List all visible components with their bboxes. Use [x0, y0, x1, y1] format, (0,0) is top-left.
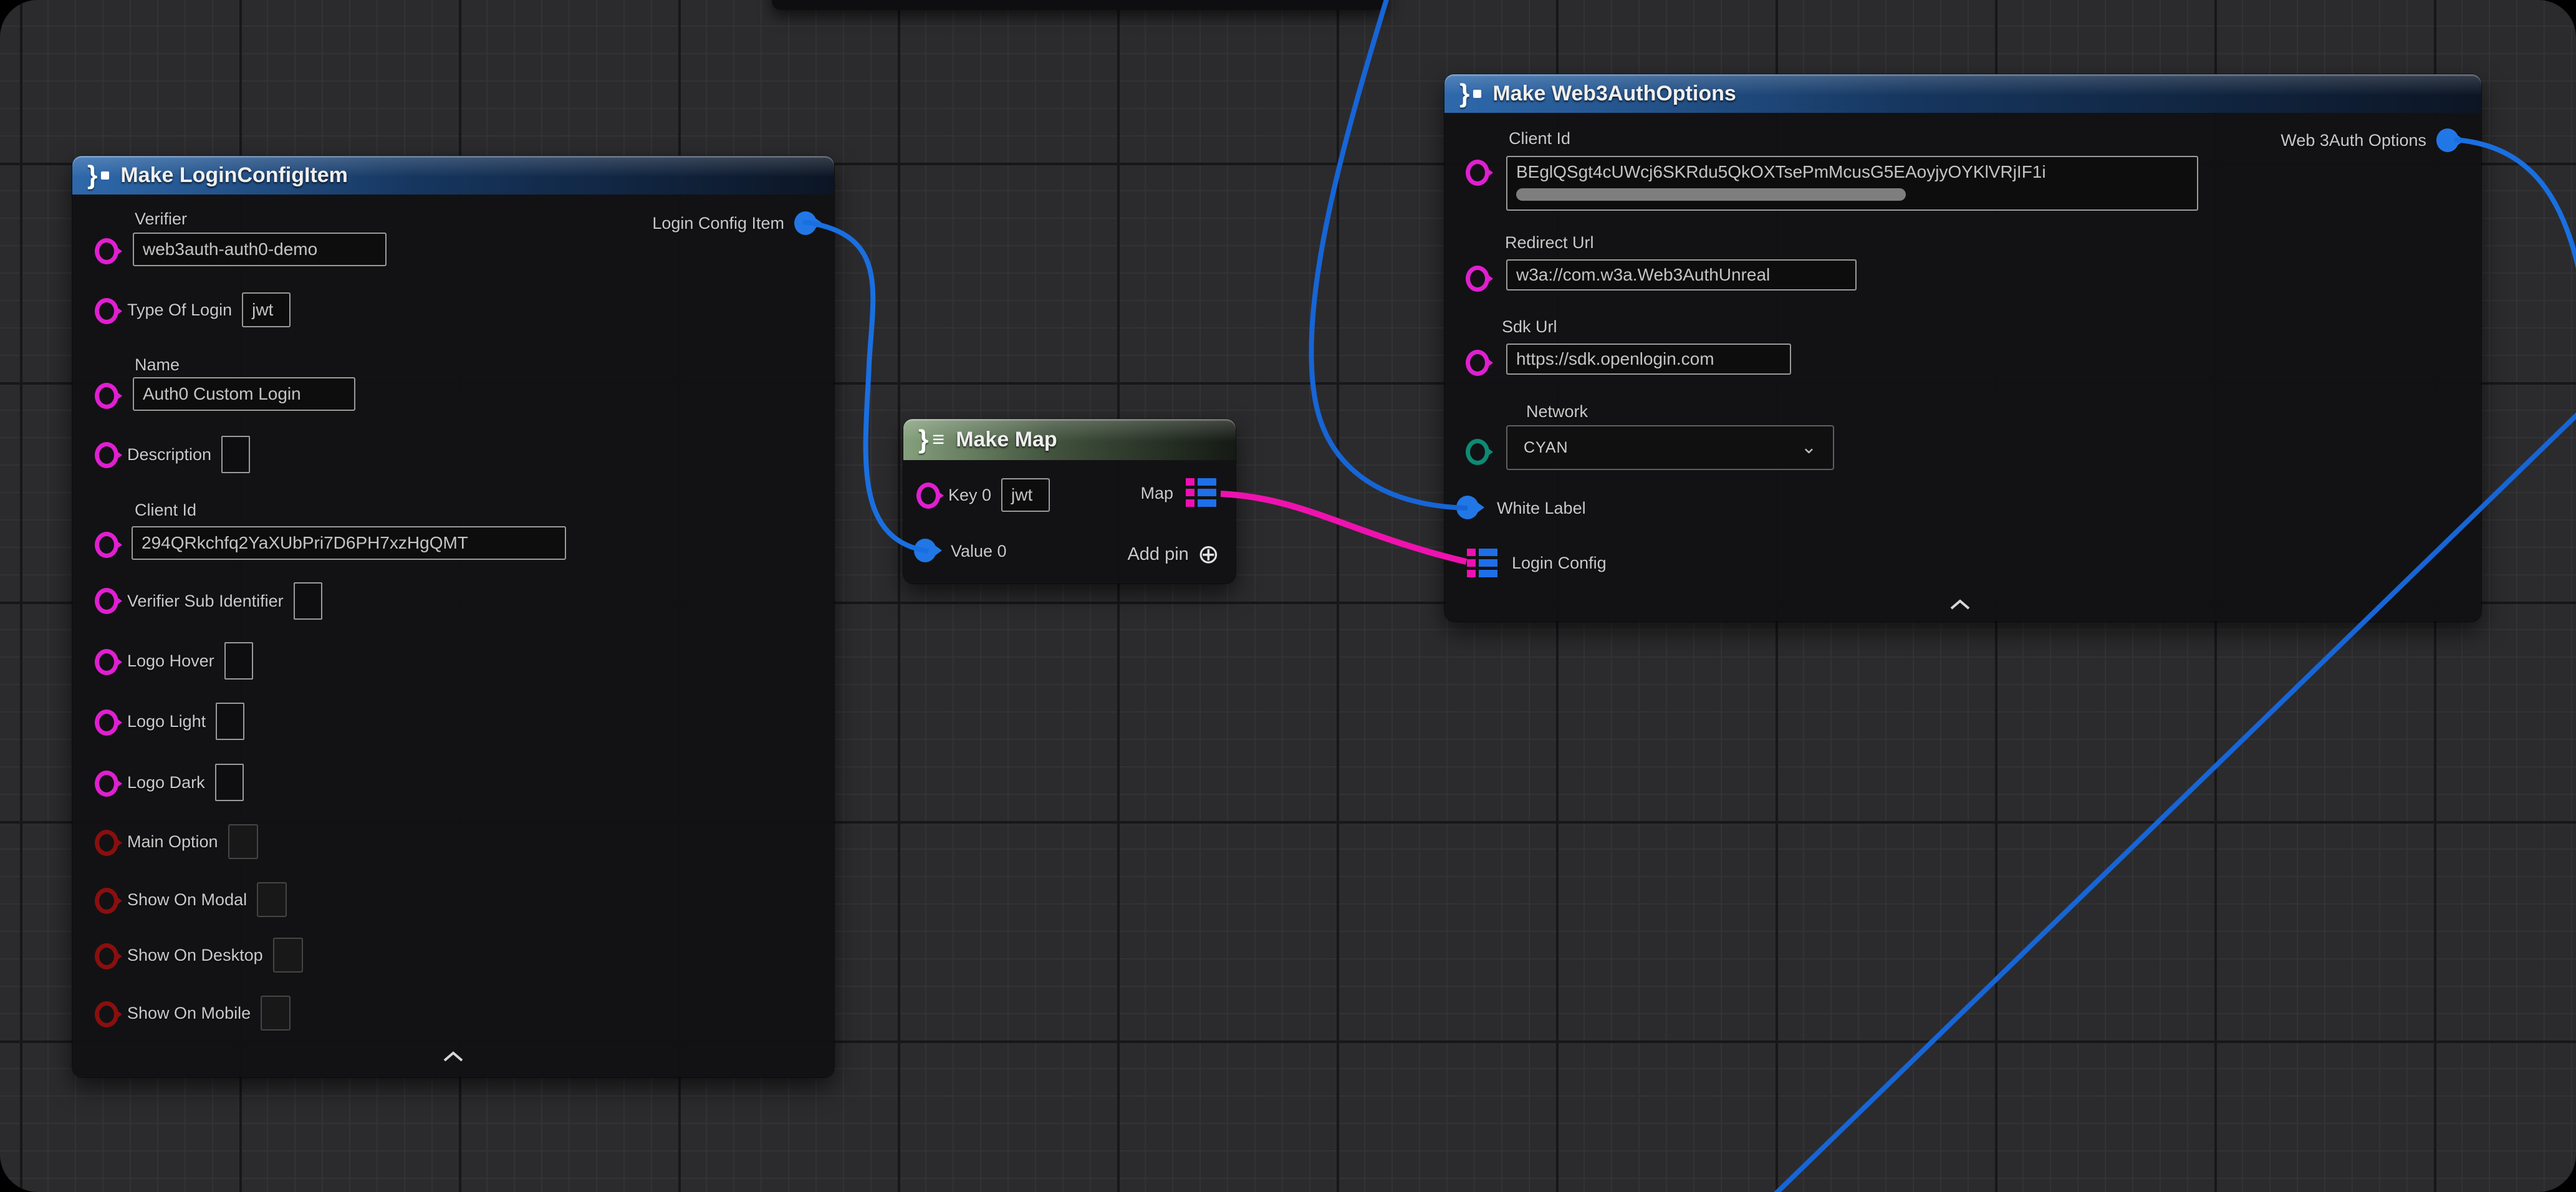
verifier-sub-identifier-label: Verifier Sub Identifier	[127, 592, 284, 611]
logo-hover-pin[interactable]	[95, 649, 118, 675]
network-pin[interactable]	[1466, 439, 1489, 465]
white-label-pin[interactable]	[1456, 496, 1479, 519]
show-on-modal-checkbox[interactable]	[257, 882, 287, 917]
verifier-pin[interactable]	[95, 238, 118, 264]
main-option-label: Main Option	[127, 832, 218, 852]
collapse-chevron-icon[interactable]	[443, 1051, 464, 1062]
output-row-web3auth-options: Web 3Auth Options	[2280, 128, 2459, 153]
output-pin-label: Web 3Auth Options	[2280, 131, 2426, 150]
redirect-url-label: Redirect Url	[1505, 233, 1594, 252]
logo-dark-pin[interactable]	[95, 771, 118, 797]
node-title: Make Map	[956, 428, 1057, 452]
output-pin-label: Login Config Item	[652, 214, 784, 233]
client-id-pin[interactable]	[1466, 160, 1489, 186]
network-label: Network	[1526, 402, 1588, 421]
show-on-modal-label: Show On Modal	[127, 890, 247, 910]
collapse-chevron-icon[interactable]	[1949, 599, 1971, 610]
network-selected-value: CYAN	[1524, 439, 1569, 457]
logo-light-input[interactable]	[216, 703, 244, 740]
name-label: Name	[135, 355, 180, 375]
node-header[interactable]: }≡ Make Map	[903, 419, 1236, 460]
node-make-web3authoptions[interactable]: } Make Web3AuthOptions Web 3Auth Options…	[1444, 74, 2481, 622]
key0-label: Key 0	[948, 486, 991, 505]
logo-hover-label: Logo Hover	[127, 651, 214, 671]
main-option-pin[interactable]	[95, 830, 118, 856]
show-on-desktop-checkbox[interactable]	[273, 938, 303, 973]
show-on-desktop-pin[interactable]	[95, 943, 118, 969]
client-id-input[interactable]: 294QRkchfq2YaXUbPri7D6PH7xzHgQMT	[132, 526, 566, 560]
type-of-login-label: Type Of Login	[127, 300, 232, 320]
key0-input[interactable]: jwt	[1001, 478, 1050, 512]
verifier-input[interactable]: web3auth-auth0-demo	[133, 233, 387, 266]
type-of-login-input[interactable]: jwt	[242, 292, 291, 327]
main-option-checkbox[interactable]	[228, 824, 258, 859]
show-on-modal-pin[interactable]	[95, 888, 118, 914]
network-dropdown[interactable]: CYAN ⌄	[1506, 425, 1834, 470]
node-make-loginconfigitem[interactable]: } Make LoginConfigItem Login Config Item…	[72, 156, 834, 1077]
logo-hover-input[interactable]	[224, 642, 253, 680]
client-id-input[interactable]: BEglQSgt4cUWcj6SKRdu5QkOXTsePmMcusG5EAoy…	[1506, 156, 2198, 211]
value0-pin[interactable]	[914, 539, 936, 562]
client-id-value: BEglQSgt4cUWcj6SKRdu5QkOXTsePmMcusG5EAoy…	[1516, 162, 2188, 182]
blueprint-canvas[interactable]: } Make LoginConfigItem Login Config Item…	[0, 0, 2576, 1192]
node-make-map[interactable]: }≡ Make Map Key 0 jwt Map Value 0 Add pi…	[903, 419, 1236, 584]
make-map-icon: }≡	[918, 426, 944, 453]
node-title: Make Web3AuthOptions	[1492, 82, 1736, 106]
description-input[interactable]	[221, 436, 250, 473]
description-pin[interactable]	[95, 442, 118, 468]
verifier-label: Verifier	[135, 209, 187, 229]
map-output-pin[interactable]	[1186, 478, 1216, 507]
logo-light-pin[interactable]	[95, 709, 118, 736]
make-struct-icon: }	[87, 162, 109, 188]
name-input[interactable]: Auth0 Custom Login	[133, 377, 355, 411]
client-id-value: 294QRkchfq2YaXUbPri7D6PH7xzHgQMT	[142, 533, 468, 553]
output-row-login-config-item: Login Config Item	[652, 211, 817, 236]
type-of-login-value: jwt	[252, 300, 273, 320]
logo-light-label: Logo Light	[127, 712, 206, 731]
sdk-url-label: Sdk Url	[1502, 317, 1557, 337]
sdk-url-value: https://sdk.openlogin.com	[1516, 349, 1714, 369]
login-config-label: Login Config	[1512, 554, 1607, 573]
client-id-pin[interactable]	[95, 532, 118, 558]
verifier-sub-identifier-input[interactable]	[294, 582, 322, 620]
value0-label: Value 0	[951, 542, 1007, 561]
add-pin-label: Add pin	[1127, 544, 1188, 565]
show-on-mobile-label: Show On Mobile	[127, 1004, 251, 1023]
client-id-label: Client Id	[135, 501, 196, 520]
redirect-url-pin[interactable]	[1466, 266, 1489, 292]
node-header[interactable]: } Make LoginConfigItem	[72, 156, 834, 195]
verifier-value: web3auth-auth0-demo	[143, 239, 317, 259]
show-on-mobile-pin[interactable]	[95, 1001, 118, 1027]
logo-dark-input[interactable]	[215, 764, 244, 801]
login-config-pin[interactable]	[1467, 549, 1497, 577]
sdk-url-pin[interactable]	[1466, 350, 1489, 376]
add-pin-plus-icon: ⊕	[1198, 541, 1219, 567]
key0-pin[interactable]	[916, 483, 940, 509]
redirect-url-input[interactable]: w3a://com.w3a.Web3AuthUnreal	[1506, 259, 1857, 291]
verifier-sub-identifier-pin[interactable]	[95, 588, 118, 614]
logo-dark-label: Logo Dark	[127, 773, 205, 792]
name-pin[interactable]	[95, 383, 118, 409]
node-header[interactable]: } Make Web3AuthOptions	[1444, 74, 2481, 113]
name-value: Auth0 Custom Login	[143, 384, 301, 404]
offscreen-node-fragment[interactable]	[772, 0, 1388, 10]
description-label: Description	[127, 445, 211, 464]
type-of-login-pin[interactable]	[95, 298, 118, 324]
node-title: Make LoginConfigItem	[120, 163, 348, 188]
client-id-scrollbar[interactable]	[1516, 188, 1906, 201]
client-id-label: Client Id	[1509, 129, 1570, 148]
show-on-mobile-checkbox[interactable]	[261, 996, 291, 1031]
map-output-label: Map	[1140, 484, 1173, 503]
add-pin-button[interactable]: Add pin ⊕	[1127, 541, 1219, 567]
sdk-url-input[interactable]: https://sdk.openlogin.com	[1506, 344, 1791, 375]
white-label-label: White Label	[1497, 499, 1586, 518]
web3auth-options-output-pin[interactable]	[2436, 128, 2459, 152]
wire-map-to-login-config	[1221, 494, 1466, 562]
make-struct-icon: }	[1459, 80, 1481, 107]
login-config-item-output-pin[interactable]	[794, 211, 817, 235]
redirect-url-value: w3a://com.w3a.Web3AuthUnreal	[1516, 265, 1770, 285]
key0-value: jwt	[1011, 485, 1032, 505]
show-on-desktop-label: Show On Desktop	[127, 946, 263, 965]
